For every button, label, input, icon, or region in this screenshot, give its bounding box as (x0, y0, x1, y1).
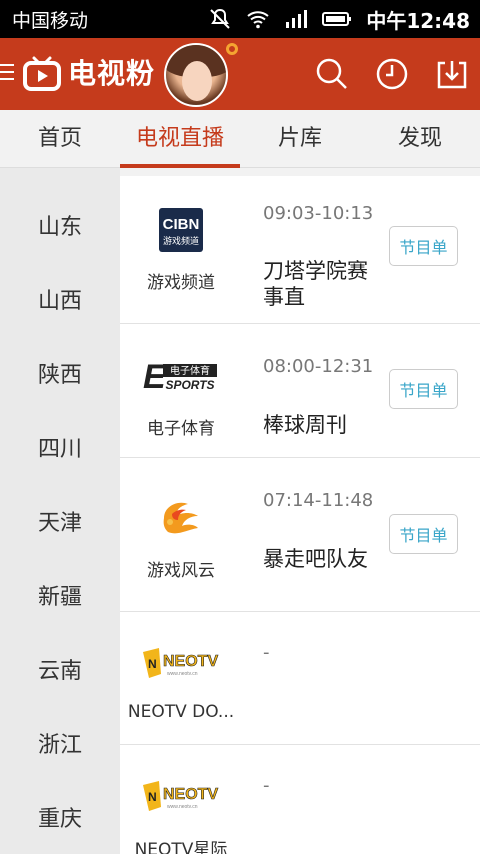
channel-row[interactable]: E 电子体育 SPORTS 电子体育 08:00-12:31 棒球周刊 节目单 (120, 324, 480, 458)
province-item[interactable]: 云南 (0, 632, 120, 706)
province-item[interactable]: 陕西 (0, 336, 120, 410)
search-icon (316, 58, 347, 89)
signal-icon (286, 10, 308, 28)
tab-library[interactable]: 片库 (240, 110, 360, 167)
avatar (164, 43, 228, 107)
app-name: 电视粉 (68, 57, 156, 90)
tab-home[interactable]: 首页 (0, 110, 120, 167)
program-title: 暴走吧队友 (263, 547, 368, 571)
province-item[interactable]: 天津 (0, 484, 120, 558)
svg-text:www.neotv.cn: www.neotv.cn (167, 671, 198, 677)
tv-logo-icon (23, 56, 61, 91)
channel-row[interactable]: CIBN 游戏频道 游戏频道 09:03-10:13 刀塔学院赛事直 节目单 (120, 176, 480, 324)
program-time: 09:03-10:13 (263, 203, 374, 224)
schedule-button[interactable]: 节目单 (389, 514, 458, 554)
download-icon (437, 61, 467, 89)
province-list: 山东 山西 陕西 四川 天津 新疆 云南 浙江 重庆 (0, 168, 120, 854)
channel-row[interactable]: N NEOTV www.neotv.cn NEOTV星际 - (120, 745, 480, 854)
wifi-icon (247, 11, 269, 29)
neotv-logo-icon: N NEOTV www.neotv.cn (141, 773, 221, 821)
svg-text:CIBN: CIBN (163, 216, 200, 233)
menu-icon[interactable] (0, 64, 14, 82)
history-button[interactable] (374, 56, 410, 92)
schedule-button[interactable]: 节目单 (389, 369, 458, 409)
schedule-button[interactable]: 节目单 (389, 226, 458, 266)
main-tabs: 首页 电视直播 片库 发现 (0, 110, 480, 168)
app-logo: 电视粉 (22, 52, 155, 92)
province-item[interactable]: 新疆 (0, 558, 120, 632)
history-icon (376, 58, 408, 90)
channel-name: NEOTV星际 (134, 840, 228, 854)
province-item[interactable]: 山东 (0, 188, 120, 262)
program-title: 棒球周刊 (263, 413, 347, 437)
province-item[interactable]: 四川 (0, 410, 120, 484)
app-header: 电视粉 (0, 38, 480, 110)
svg-text:www.neotv.cn: www.neotv.cn (167, 804, 198, 810)
channel-row[interactable]: 游戏风云 07:14-11:48 暴走吧队友 节目单 (120, 458, 480, 612)
svg-text:电子体育: 电子体育 (170, 364, 210, 377)
tab-discover[interactable]: 发现 (360, 110, 480, 167)
svg-text:N: N (148, 790, 157, 804)
channel-name: 游戏风云 (147, 561, 215, 581)
channel-name: NEOTV DO... (127, 702, 235, 722)
search-button[interactable] (314, 56, 350, 92)
channel-row[interactable]: N NEOTV www.neotv.cn NEOTV DO... - (120, 612, 480, 745)
province-item[interactable]: 重庆 (0, 780, 120, 854)
program-time: - (263, 642, 270, 663)
program-time: - (263, 775, 270, 796)
carrier-label: 中国移动 (12, 9, 89, 32)
program-time: 08:00-12:31 (263, 356, 374, 377)
program-time: 07:14-11:48 (263, 490, 374, 511)
channel-name: 游戏频道 (147, 273, 215, 293)
notification-dot (226, 43, 238, 55)
svg-text:NEOTV: NEOTV (163, 786, 218, 803)
battery-icon (322, 12, 352, 26)
download-button[interactable] (434, 56, 470, 92)
user-avatar[interactable] (164, 43, 238, 107)
svg-text:游戏频道: 游戏频道 (163, 235, 199, 247)
province-item[interactable]: 山西 (0, 262, 120, 336)
status-bar: 中国移动 中午12:48 (0, 0, 480, 38)
channel-list: CIBN 游戏频道 游戏频道 09:03-10:13 刀塔学院赛事直 节目单 E… (120, 176, 480, 854)
svg-text:N: N (148, 657, 157, 671)
svg-text:NEOTV: NEOTV (163, 653, 218, 670)
province-item[interactable]: 浙江 (0, 706, 120, 780)
neotv-logo-icon: N NEOTV www.neotv.cn (141, 640, 221, 688)
cibn-logo-icon: CIBN 游戏频道 (141, 206, 221, 254)
channel-name: 电子体育 (147, 419, 215, 439)
program-title: 刀塔学院赛事直 (263, 259, 368, 309)
clock: 中午12:48 (366, 8, 470, 33)
mute-icon (210, 8, 231, 29)
flame-logo-icon (141, 494, 221, 542)
tab-live-tv[interactable]: 电视直播 (120, 110, 240, 168)
svg-text:SPORTS: SPORTS (165, 378, 214, 392)
e-sports-logo-icon: E 电子体育 SPORTS (141, 352, 221, 400)
